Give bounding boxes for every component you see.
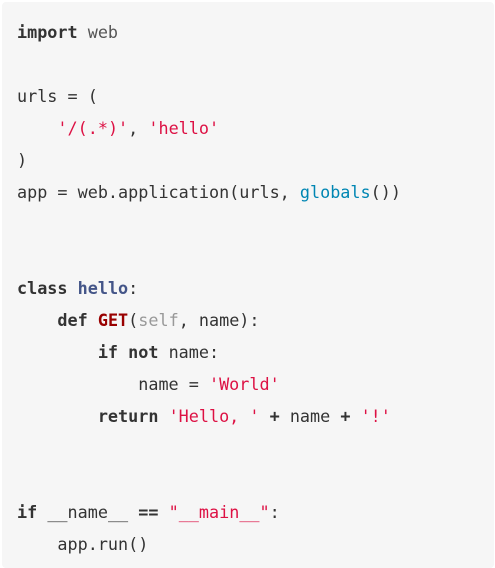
code-line: class hello: — [17, 278, 138, 298]
code-token-plain: name: — [158, 342, 220, 362]
code-token-plain: app.run() — [17, 534, 149, 554]
code-token-plain: , name): — [178, 310, 260, 330]
code-token-kw: not — [128, 342, 159, 362]
code-line: import web — [17, 22, 118, 42]
code-token-plain: name — [279, 406, 341, 426]
code-token-plain: ) — [17, 150, 28, 170]
code-token-mod: web — [77, 22, 119, 42]
code-line: name = 'World' — [17, 374, 280, 394]
code-token-kw: def — [57, 310, 88, 330]
code-token-bi: globals — [299, 182, 371, 202]
code-token-plain: app = web.application(urls, — [17, 182, 300, 202]
code-token-plain: urls = ( — [17, 86, 98, 106]
code-token-str: "__main__" — [168, 502, 270, 522]
code-token-kw: if — [97, 342, 119, 362]
code-token-plain: ( — [128, 310, 139, 330]
code-token-kw: return — [97, 406, 159, 426]
code-line: '/(.*)', 'hello' — [17, 118, 219, 138]
code-token-op: + — [269, 406, 280, 426]
code-token-plain: __name__ — [37, 502, 139, 522]
code-block: import web urls = ( '/(.*)', 'hello' ) a… — [2, 2, 494, 568]
code-token-str: 'hello' — [148, 118, 220, 138]
code-line: def GET(self, name): — [17, 310, 260, 330]
code-token-plain: ()) — [370, 182, 401, 202]
code-token-plain: name = — [17, 374, 209, 394]
code-token-str: '!' — [360, 406, 391, 426]
code-token-op: == — [138, 502, 159, 522]
code-token-op: + — [340, 406, 351, 426]
code-line: return 'Hello, ' + name + '!' — [17, 406, 391, 426]
code-line: app = web.application(urls, globals()) — [17, 182, 401, 202]
code-token-str: 'World' — [208, 374, 280, 394]
code-token-plain: : — [269, 502, 280, 522]
code-line: if __name__ == "__main__": — [17, 502, 280, 522]
code-token-fn: GET — [97, 310, 129, 330]
code-line: app.run() — [17, 534, 148, 554]
code-token-kw: if — [17, 502, 38, 522]
code-token-plain: : — [128, 278, 139, 298]
code-token-kw: import — [17, 22, 78, 42]
code-token-str: 'Hello, ' — [168, 406, 260, 426]
code-token-plain: , — [128, 118, 149, 138]
code-token-cls: hello — [77, 278, 129, 298]
code-line: ) — [17, 150, 27, 170]
code-line: if not name: — [17, 342, 219, 362]
code-token-kw: class — [17, 278, 68, 298]
code-token-self: self — [138, 310, 179, 330]
code-token-str: '/(.*)' — [57, 118, 129, 138]
code-line: urls = ( — [17, 86, 98, 106]
